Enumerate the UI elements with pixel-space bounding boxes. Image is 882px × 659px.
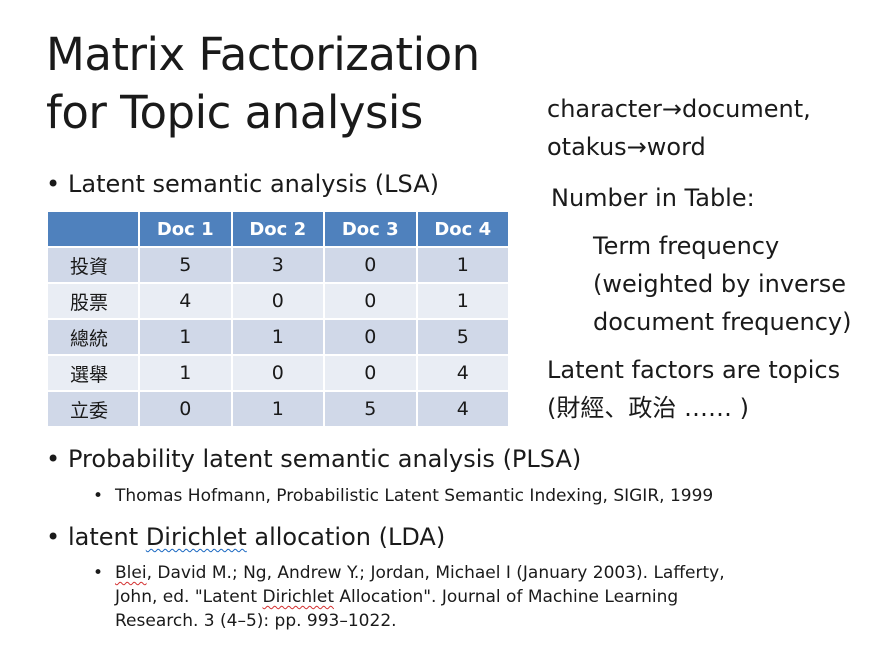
table-cell: 4 bbox=[415, 354, 510, 392]
lsa-table: Doc 1 Doc 2 Doc 3 Doc 4 投資 5 3 0 1 股票 4 … bbox=[46, 210, 510, 428]
table-cell: 1 bbox=[230, 318, 325, 356]
ref-blei: Blei bbox=[115, 563, 147, 583]
table-cell: 0 bbox=[230, 354, 325, 392]
term-frequency-note: Term frequency (weighted by inverse docu… bbox=[593, 227, 851, 341]
table-cell: 0 bbox=[230, 282, 325, 320]
plsa-ref-text: Thomas Hofmann, Probabilistic Latent Sem… bbox=[115, 486, 714, 506]
bullet-dot-icon: • bbox=[46, 523, 61, 551]
ref-part1: , David M.; Ng, Andrew Y.; Jordan, Micha… bbox=[146, 563, 725, 583]
tf-line-3: document frequency) bbox=[593, 308, 852, 336]
bullet-dot-icon: • bbox=[93, 486, 104, 506]
lda-text-pre: latent bbox=[68, 523, 146, 551]
mapping-line-1: character→document, bbox=[547, 95, 811, 123]
table-row: 總統 1 1 0 5 bbox=[46, 318, 510, 356]
table-cell: 1 bbox=[230, 390, 325, 428]
latent-line-2: (財經、政治 …… ) bbox=[547, 394, 749, 422]
table-header-corner bbox=[46, 210, 140, 248]
table-row: 股票 4 0 0 1 bbox=[46, 282, 510, 320]
table-cell: 4 bbox=[138, 282, 233, 320]
table-header-doc3: Doc 3 bbox=[323, 210, 418, 248]
table-cell: 1 bbox=[138, 318, 233, 356]
table-term: 總統 bbox=[46, 318, 140, 356]
lda-text-dirichlet: Dirichlet bbox=[145, 523, 247, 551]
latent-line-1: Latent factors are topics bbox=[547, 356, 841, 384]
ref-part2-pre: John, ed. "Latent bbox=[115, 587, 263, 607]
table-cell: 0 bbox=[323, 246, 418, 284]
slide-title: Matrix Factorization for Topic analysis bbox=[46, 26, 480, 142]
number-in-table-label: Number in Table: bbox=[551, 184, 755, 212]
bullet-dot-icon: • bbox=[46, 445, 61, 473]
table-header-doc2: Doc 2 bbox=[230, 210, 325, 248]
bullet-plsa-text: Probability latent semantic analysis (PL… bbox=[68, 445, 582, 473]
lda-text-post: allocation (LDA) bbox=[246, 523, 446, 551]
table-term: 投資 bbox=[46, 246, 140, 284]
table-cell: 0 bbox=[323, 282, 418, 320]
ref-dirichlet: Dirichlet bbox=[262, 587, 335, 607]
ref-part2-post: Allocation". Journal of Machine Learning bbox=[334, 587, 679, 607]
table-cell: 1 bbox=[415, 282, 510, 320]
ref-part3: Research. 3 (4–5): pp. 993–1022. bbox=[115, 611, 397, 631]
sub-bullet-lda-ref: • Blei, David M.; Ng, Andrew Y.; Jordan,… bbox=[93, 561, 815, 633]
table-header-row: Doc 1 Doc 2 Doc 3 Doc 4 bbox=[46, 210, 510, 248]
table-row: 立委 0 1 5 4 bbox=[46, 390, 510, 428]
table-term: 股票 bbox=[46, 282, 140, 320]
bullet-lsa: • Latent semantic analysis (LSA) bbox=[46, 170, 439, 198]
title-line-1: Matrix Factorization bbox=[46, 28, 480, 81]
table-cell: 0 bbox=[323, 354, 418, 392]
bullet-dot-icon: • bbox=[46, 170, 61, 198]
table-term: 立委 bbox=[46, 390, 140, 428]
bullet-lsa-text: Latent semantic analysis (LSA) bbox=[68, 170, 439, 198]
table-cell: 1 bbox=[138, 354, 233, 392]
table-header-doc1: Doc 1 bbox=[138, 210, 233, 248]
title-line-2: for Topic analysis bbox=[46, 86, 423, 139]
bullet-plsa: • Probability latent semantic analysis (… bbox=[46, 445, 582, 473]
table-cell: 5 bbox=[415, 318, 510, 356]
latent-factors-note: Latent factors are topics (財經、政治 …… ) bbox=[547, 351, 840, 427]
table-header-doc4: Doc 4 bbox=[415, 210, 510, 248]
table-term: 選舉 bbox=[46, 354, 140, 392]
table-cell: 0 bbox=[138, 390, 233, 428]
bullet-lda: • latent Dirichlet allocation (LDA) bbox=[46, 523, 446, 551]
tf-line-2: (weighted by inverse bbox=[593, 270, 846, 298]
table-cell: 1 bbox=[415, 246, 510, 284]
mapping-line-2: otakus→word bbox=[547, 133, 706, 161]
table-cell: 4 bbox=[415, 390, 510, 428]
table-cell: 5 bbox=[323, 390, 418, 428]
table-row: 投資 5 3 0 1 bbox=[46, 246, 510, 284]
tf-line-1: Term frequency bbox=[593, 232, 780, 260]
table-row: 選舉 1 0 0 4 bbox=[46, 354, 510, 392]
table-cell: 3 bbox=[230, 246, 325, 284]
table-cell: 0 bbox=[323, 318, 418, 356]
table-cell: 5 bbox=[138, 246, 233, 284]
side-mapping: character→document, otakus→word bbox=[547, 90, 811, 166]
bullet-dot-icon: • bbox=[93, 563, 104, 583]
sub-bullet-plsa-ref: • Thomas Hofmann, Probabilistic Latent S… bbox=[93, 484, 714, 508]
